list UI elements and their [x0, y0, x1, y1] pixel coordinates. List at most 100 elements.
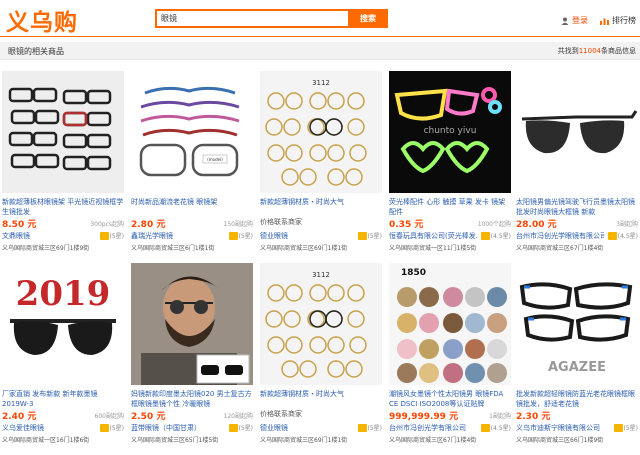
- search-button[interactable]: 搜索: [348, 9, 388, 28]
- product-title[interactable]: 潮镜风女墨镜个性太阳镜男 眼镜FDA CE DSCI ISO2008等认证贴牌: [389, 389, 511, 409]
- product-title[interactable]: 新款超薄板材眼镜架 平光镜近视镜框学生镜批发: [2, 197, 124, 217]
- rating-label: (4.5星): [490, 425, 511, 432]
- product-image[interactable]: 3112: [260, 263, 382, 385]
- product-title[interactable]: 批发新款超轻眼镜防蓝光老花眼镜框眼镜批发，舒适老花镜: [516, 389, 638, 409]
- product-card[interactable]: 1850 潮镜风女墨镜个性太阳镜男 眼镜FDA CE DSCI ISO2008等…: [387, 259, 513, 448]
- rating-label: (5星): [367, 233, 383, 240]
- product-image[interactable]: AGAZEE: [516, 263, 638, 385]
- shop-address: 义乌国际商贸城三区67门1楼4街: [389, 437, 477, 444]
- product-image[interactable]: 3112: [260, 71, 382, 193]
- product-card[interactable]: 2019 厂家直销 发布新款 新年款墨镜 2019W-3 2.40 元 600副…: [0, 259, 126, 448]
- shop-rating: (5星): [357, 231, 383, 240]
- product-card[interactable]: 3112 新款超薄钢材质・时尚大气 价格联系商家 德业眼镜 (5星) 义乌国际商…: [258, 67, 384, 256]
- product-min-order: 1副起购: [489, 413, 511, 420]
- product-min-order: 3副起购: [616, 221, 638, 228]
- product-card[interactable]: AGAZEE 批发新款超轻眼镜防蓝光老花眼镜框眼镜批发，舒适老花镜 2.30 元…: [514, 259, 640, 448]
- crown-icon: [228, 423, 238, 432]
- shop-rating: (5星): [99, 423, 124, 432]
- shop-name[interactable]: 义乌爱佳眼镜: [2, 423, 90, 433]
- product-price: 价格联系商家: [260, 410, 302, 418]
- shop-address: 义乌国际商贸城三区67门1楼4街: [516, 245, 604, 252]
- shop-address: 义乌国际商贸城一区16门1楼6街: [2, 437, 90, 444]
- product-price: 2.50 元: [131, 412, 166, 422]
- product-title[interactable]: 时尚新品潮流老花镜 眼镜架: [131, 197, 253, 217]
- header: 义乌购 搜索 登录 排行榜: [0, 0, 640, 36]
- shop-name[interactable]: 恒春玩具有限公司(荧光棒发...: [389, 231, 477, 241]
- shop-name[interactable]: 文鼎眼镜: [2, 231, 90, 241]
- crown-icon: [480, 423, 490, 432]
- count-prefix: 共找到: [557, 47, 579, 55]
- product-price: 28.00 元: [516, 220, 557, 230]
- rating-label: (4.5星): [490, 233, 511, 240]
- shop-name[interactable]: 德业眼镜: [260, 231, 348, 241]
- product-image[interactable]: (model): [131, 71, 253, 193]
- shop-address: 义乌国际商贸城三区6门1楼1街: [131, 245, 215, 252]
- product-min-order: 150副起购: [223, 221, 253, 228]
- shop-name[interactable]: 蓝带眼镜（中国甘肃）: [131, 423, 219, 433]
- product-card[interactable]: 太阳镜男偏光镜驾驶飞行员墨镜太阳镜批发时尚眼镜大框镜 新款 28.00 元 3副…: [514, 67, 640, 256]
- product-image[interactable]: [2, 71, 124, 193]
- product-min-order: 1000个起购: [477, 221, 511, 228]
- header-divider: [0, 36, 640, 37]
- product-card[interactable]: 3112 新款超薄钢材质・时尚大气 价格联系商家 德业眼镜 (5星) 义乌国际商…: [258, 259, 384, 448]
- product-card[interactable]: (model) 时尚新品潮流老花镜 眼镜架 2.80 元 150副起购 鑫瑞光学…: [129, 67, 255, 256]
- product-title[interactable]: 妈镜新款印度墨太阳镜020 男士复古方框眼镜墨镜个性 冷暖眼镜: [131, 389, 253, 409]
- shop-name[interactable]: 鑫瑞光学眼镜: [131, 231, 219, 241]
- crown-icon: [228, 231, 238, 240]
- product-price: 价格联系商家: [260, 218, 302, 226]
- ranking-label: 排行榜: [612, 16, 636, 25]
- shop-rating: (5星): [357, 423, 383, 432]
- shop-name[interactable]: 德业眼镜: [260, 423, 348, 433]
- crown-icon: [357, 231, 367, 240]
- shop-rating: (5星): [99, 231, 124, 240]
- shop-rating: (4.5星): [480, 231, 511, 240]
- product-min-order: 600副起购: [94, 413, 124, 420]
- product-image[interactable]: [131, 263, 253, 385]
- crown-icon: [99, 231, 109, 240]
- product-image[interactable]: 2019: [2, 263, 124, 385]
- product-min-order: 300pcs起购: [90, 221, 124, 228]
- crown-icon: [99, 423, 109, 432]
- product-title[interactable]: 新款超薄钢材质・时尚大气: [260, 197, 382, 217]
- login-link[interactable]: 登录: [561, 15, 588, 26]
- site-logo[interactable]: 义乌购: [6, 3, 78, 37]
- product-image[interactable]: [516, 71, 638, 193]
- search-input[interactable]: [157, 11, 349, 26]
- product-card[interactable]: 妈镜新款印度墨太阳镜020 男士复古方框眼镜墨镜个性 冷暖眼镜 2.50 元 1…: [129, 259, 255, 448]
- crown-icon: [613, 423, 623, 432]
- crown-icon: [607, 231, 617, 240]
- rating-label: (5星): [238, 425, 254, 432]
- shop-name[interactable]: 义乌市迪斯宁眼镜有限公司: [516, 423, 604, 433]
- shop-address: 义乌国际商贸城三区69门1楼1街: [260, 437, 348, 444]
- product-price: 8.50 元: [2, 220, 37, 230]
- ranking-link[interactable]: 排行榜: [600, 15, 636, 26]
- product-price: 2.40 元: [2, 412, 37, 422]
- shop-rating: (4.5星): [607, 231, 638, 240]
- shop-name[interactable]: 台州市冯创光学眼镜有限公司: [516, 231, 604, 241]
- product-min-order: 120副起购: [223, 413, 253, 420]
- product-image[interactable]: chunto yivu: [389, 71, 511, 193]
- shop-rating: (5星): [228, 231, 253, 240]
- result-title: 眼镜的相关商品: [8, 47, 64, 56]
- result-count: 共找到11004条商品信息: [558, 46, 636, 56]
- image-text: 3112: [312, 79, 330, 87]
- product-card[interactable]: 新款超薄板材眼镜架 平光镜近视镜框学生镜批发 8.50 元 300pcs起购 文…: [0, 67, 126, 256]
- header-links: 登录 排行榜: [561, 15, 636, 26]
- crown-icon: [480, 231, 490, 240]
- rating-label: (5星): [623, 425, 639, 432]
- product-card[interactable]: chunto yivu 荧光棒配件 心形 触摸 草果 发卡 镜架配件 0.35 …: [387, 67, 513, 256]
- product-title[interactable]: 荧光棒配件 心形 触摸 草果 发卡 镜架配件: [389, 197, 511, 217]
- product-title[interactable]: 新款超薄钢材质・时尚大气: [260, 389, 382, 409]
- product-title[interactable]: 厂家直销 发布新款 新年款墨镜 2019W-3: [2, 389, 124, 409]
- product-price: 2.30 元: [516, 412, 551, 422]
- result-bar: 眼镜的相关商品 共找到11004条商品信息: [0, 42, 640, 60]
- product-price: 999,999.99 元: [389, 412, 459, 422]
- product-title[interactable]: 太阳镜男偏光镜驾驶飞行员墨镜太阳镜批发时尚眼镜大框镜 新款: [516, 197, 638, 217]
- shop-name[interactable]: 台州市冯创光学有限公司: [389, 423, 477, 433]
- svg-text:(model): (model): [207, 157, 223, 162]
- image-text: 2019: [16, 274, 111, 314]
- product-image[interactable]: 1850: [389, 263, 511, 385]
- product-price: 2.80 元: [131, 220, 166, 230]
- ranking-icon: [600, 18, 609, 25]
- rating-label: (5星): [367, 425, 383, 432]
